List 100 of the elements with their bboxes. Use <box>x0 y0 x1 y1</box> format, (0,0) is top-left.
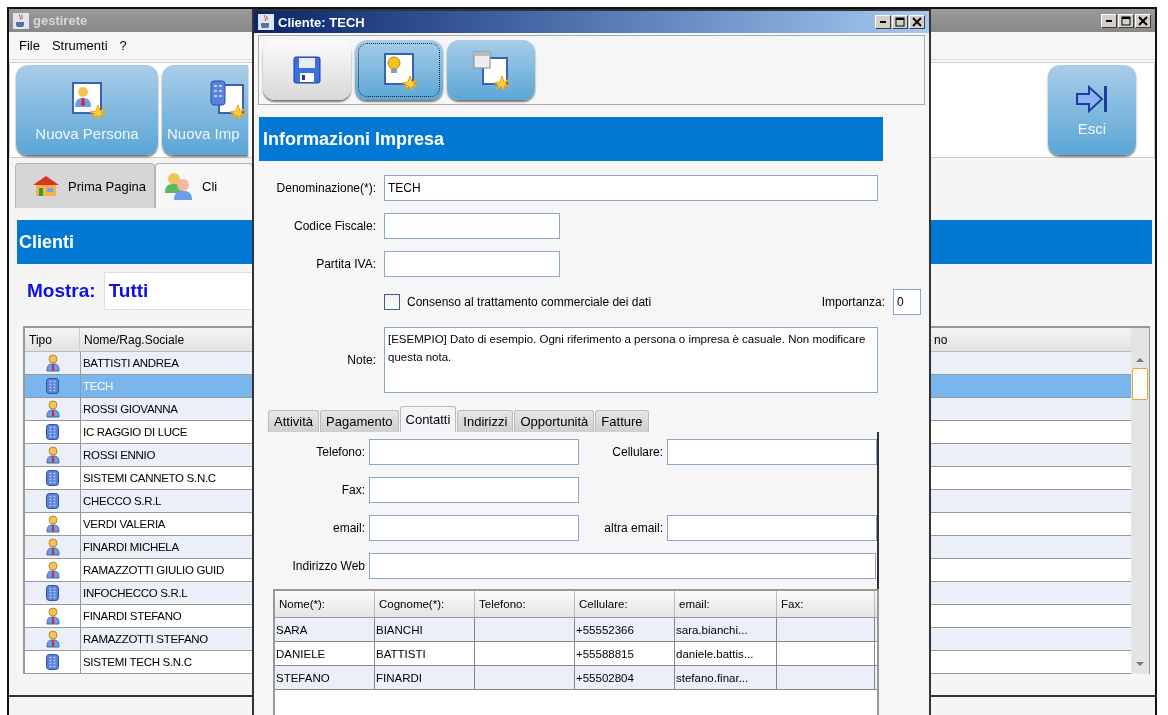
input-field[interactable]: TECH <box>384 175 878 201</box>
table-cell-text: RAMAZZOTTI GIULIO GUID <box>82 563 225 578</box>
column-header[interactable]: Nome(*): <box>275 591 375 617</box>
table-row[interactable]: INFOCHECCO S.R.L <box>25 582 253 605</box>
filter-field[interactable]: Tutti <box>103 272 253 310</box>
maximize-button[interactable] <box>892 15 908 29</box>
table-row[interactable] <box>930 352 1131 375</box>
toolbar-button[interactable] <box>263 40 351 100</box>
table-row[interactable] <box>930 582 1131 605</box>
table-cell-text: CHECCO S.R.L <box>82 494 163 509</box>
table-row[interactable]: CHECCO S.R.L <box>25 490 253 513</box>
table-cell: BATTISTI <box>375 642 475 665</box>
person-icon <box>45 630 60 648</box>
building-icon <box>46 654 59 670</box>
table-row[interactable]: RAMAZZOTTI GIULIO GUID <box>25 559 253 582</box>
menu-item[interactable]: Strumenti <box>51 38 108 53</box>
scrollbar[interactable] <box>1131 328 1149 674</box>
table-cell: FINARDI <box>375 666 475 689</box>
note-field[interactable]: [ESEMPIO] Dato di esempio. Ogni riferimento a persona o impresa è casuale. Non modificare questa nota. <box>384 327 878 393</box>
minimize-icon <box>1106 19 1112 22</box>
maximize-button[interactable] <box>1118 13 1134 28</box>
tab[interactable]: Opportunità <box>514 410 595 432</box>
tab[interactable]: Contatti <box>399 406 457 432</box>
menu-item[interactable]: ? <box>119 38 127 53</box>
close-button[interactable] <box>909 15 925 29</box>
table-row[interactable] <box>930 536 1131 559</box>
table-row[interactable]: VERDI VALERIA <box>25 513 253 536</box>
table-cell-text: ROSSI GIOVANNA <box>82 402 179 417</box>
person-icon <box>45 515 60 533</box>
people-icon <box>164 171 195 201</box>
house-icon <box>32 175 60 197</box>
table-row[interactable] <box>930 444 1131 467</box>
input-field[interactable] <box>369 439 579 465</box>
table-cell: +55552366 <box>575 618 675 641</box>
input-field[interactable]: 0 <box>893 289 921 315</box>
table-cell-text: FINARDI STEFANO <box>82 609 183 624</box>
input-field[interactable] <box>384 213 560 239</box>
column-header[interactable]: Tipo <box>25 328 80 351</box>
table-cell-text: VERDI VALERIA <box>82 517 167 532</box>
table-row[interactable]: RAMAZZOTTI STEFANO <box>25 628 253 651</box>
table-row[interactable]: SISTEMI TECH S.N.C <box>25 651 253 674</box>
checkbox[interactable] <box>384 294 400 310</box>
table-row[interactable] <box>930 628 1131 651</box>
person-icon <box>45 607 60 625</box>
window-title: gestirete <box>33 13 88 28</box>
table-cell-text: FINARDI MICHELA <box>82 540 180 555</box>
person-icon <box>45 354 60 372</box>
table-row[interactable]: IC RAGGIO DI LUCE <box>25 421 253 444</box>
field-label: altra email: <box>603 521 664 535</box>
toolbar-button[interactable] <box>355 40 443 100</box>
column-header[interactable]: email: <box>675 591 777 617</box>
input-field[interactable] <box>369 553 876 579</box>
input-field[interactable] <box>667 515 877 541</box>
table-cell: STEFANO <box>275 666 375 689</box>
maximize-icon <box>895 17 905 27</box>
close-button[interactable] <box>1135 13 1151 28</box>
table-row[interactable] <box>930 490 1131 513</box>
table-row[interactable]: FINARDI MICHELA <box>25 536 253 559</box>
column-header[interactable]: Telefono: <box>475 591 575 617</box>
table-row[interactable]: SISTEMI CANNETO S.N.C <box>25 467 253 490</box>
column-header[interactable]: Cellulare: <box>575 591 675 617</box>
person-icon <box>45 538 60 556</box>
table-cell: +55502804 <box>575 666 675 689</box>
menu-item[interactable]: File <box>19 38 40 53</box>
column-header[interactable]: Cognome(*): <box>375 591 475 617</box>
table-row[interactable]: BATTISTI ANDREA <box>25 352 253 375</box>
building-card-icon <box>207 78 247 119</box>
building-icon <box>46 470 59 486</box>
column-header[interactable]: no <box>930 328 1131 351</box>
tab[interactable]: Indirizzi <box>457 410 514 432</box>
building-icon <box>46 585 59 601</box>
input-field[interactable] <box>384 251 560 277</box>
tab[interactable]: Attività <box>268 410 319 432</box>
table-cell: sara.bianchi... <box>675 618 777 641</box>
scrollbar-thumb[interactable] <box>1132 368 1148 400</box>
tab[interactable]: Prima Pagina <box>15 163 156 208</box>
minimize-button[interactable] <box>875 15 891 29</box>
table-cell: DANIELE <box>275 642 375 665</box>
input-field[interactable] <box>369 477 579 503</box>
filter-label: Mostra: <box>27 280 96 302</box>
minimize-button[interactable] <box>1101 13 1117 28</box>
column-header[interactable]: Fax: <box>777 591 875 617</box>
table-row[interactable]: FINARDI STEFANO <box>25 605 253 628</box>
table-cell-text: BATTISTI ANDREA <box>82 356 180 371</box>
tab[interactable]: Fatture <box>595 410 649 432</box>
table-cell: BIANCHI <box>375 618 475 641</box>
cup-icon <box>258 14 274 30</box>
table-cell-text: INFOCHECCO S.R.L <box>82 586 189 601</box>
person-icon <box>45 561 60 579</box>
table-row[interactable]: ROSSI GIOVANNA <box>25 398 253 421</box>
input-field[interactable] <box>369 515 579 541</box>
input-field[interactable] <box>667 439 877 465</box>
table-row[interactable] <box>930 398 1131 421</box>
person-icon <box>45 446 60 464</box>
table-row[interactable]: ROSSI ENNIO <box>25 444 253 467</box>
tab[interactable]: Pagamento <box>320 410 399 432</box>
tab[interactable]: Cli <box>155 163 253 208</box>
field-label: Cellulare: <box>611 445 664 459</box>
section-title: Informazioni Impresa <box>263 128 445 150</box>
toolbar-button[interactable] <box>447 40 535 100</box>
